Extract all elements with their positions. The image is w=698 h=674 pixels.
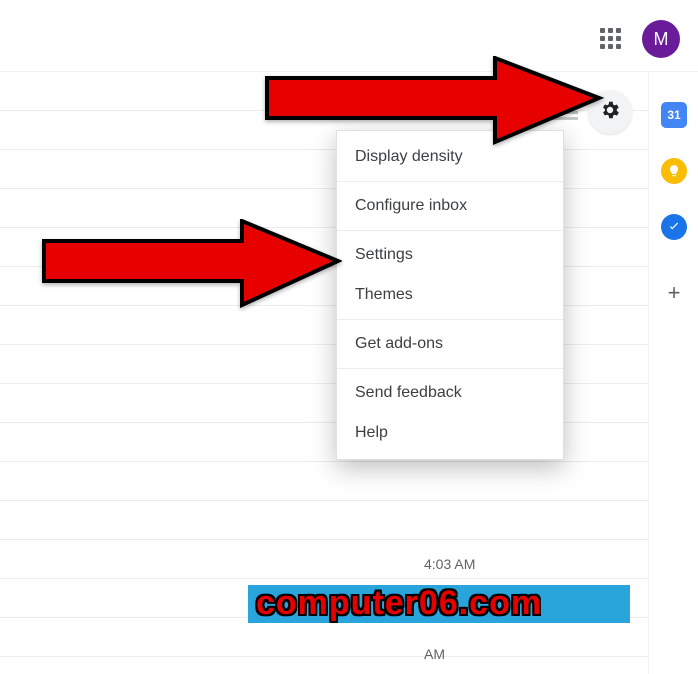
calendar-icon[interactable]: 31 [661,102,687,128]
annotation-arrow-icon [265,56,605,151]
annotation-arrow-icon [42,219,342,314]
settings-dropdown: Display density Configure inbox Settings… [336,130,564,460]
timestamp: 4:03 AM [424,556,475,572]
table-row[interactable] [0,462,648,501]
keep-icon[interactable] [661,158,687,184]
timestamp: AM [424,646,445,662]
menu-separator [337,181,563,182]
menu-separator [337,319,563,320]
menu-item-configure-inbox[interactable]: Configure inbox [337,186,563,226]
apps-icon[interactable] [600,28,620,48]
table-row[interactable] [0,501,648,540]
add-icon[interactable]: + [661,280,687,306]
menu-item-send-feedback[interactable]: Send feedback [337,373,563,413]
table-row[interactable] [0,618,648,657]
watermark-text: computer06.com [256,584,542,623]
menu-separator [337,230,563,231]
menu-separator [337,368,563,369]
side-panel: 31 + [648,72,698,674]
table-row[interactable] [0,540,648,579]
avatar[interactable]: M [642,20,680,58]
menu-item-get-addons[interactable]: Get add-ons [337,324,563,364]
menu-item-themes[interactable]: Themes [337,275,563,315]
menu-item-help[interactable]: Help [337,413,563,453]
tasks-icon[interactable] [661,214,687,240]
menu-item-settings[interactable]: Settings [337,235,563,275]
